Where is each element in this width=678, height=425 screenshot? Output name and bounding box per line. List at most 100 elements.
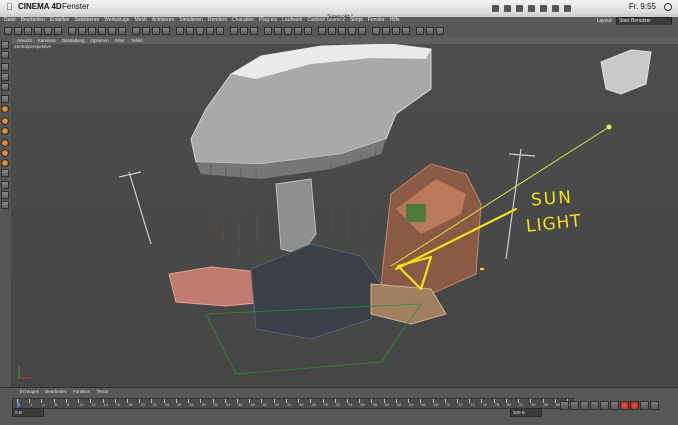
toolbar-button-8[interactable] xyxy=(78,27,86,35)
menu-item-animieren[interactable]: Animieren xyxy=(152,17,175,23)
toolbar-button-19[interactable] xyxy=(196,27,204,35)
material-menu-textur[interactable]: Textur xyxy=(96,389,108,394)
mode-button-14[interactable] xyxy=(1,181,9,189)
viewport-menu-darstellung[interactable]: Darstellung xyxy=(62,38,85,43)
prev-key-button[interactable] xyxy=(570,401,579,410)
menu-item-selektieren[interactable]: Selektieren xyxy=(74,17,99,23)
viewport-menu-kameras[interactable]: Kameras xyxy=(38,38,56,43)
toolbar-button-3[interactable] xyxy=(24,27,32,35)
toolbar-button-22[interactable] xyxy=(230,27,238,35)
mode-button-9[interactable] xyxy=(1,127,9,135)
viewport[interactable]: SUN LIGHT xyxy=(11,44,678,387)
mode-button-10[interactable] xyxy=(1,139,9,147)
bluetooth-icon[interactable] xyxy=(504,5,511,12)
toolbar-button-38[interactable] xyxy=(402,27,410,35)
menu-item-rendern[interactable]: Rendern xyxy=(208,17,227,23)
record-button[interactable] xyxy=(620,401,629,410)
mode-button-6[interactable] xyxy=(1,95,9,103)
material-menu-bearbeiten[interactable]: Bearbeiten xyxy=(45,389,67,394)
auto-key-button[interactable] xyxy=(630,401,639,410)
mode-button-13[interactable] xyxy=(1,169,9,177)
menu-item-bearbeiten[interactable]: Bearbeiten xyxy=(21,17,45,23)
toolbar-button-31[interactable] xyxy=(328,27,336,35)
toolbar-button-11[interactable] xyxy=(108,27,116,35)
settings-button[interactable] xyxy=(650,401,659,410)
toolbar-button-14[interactable] xyxy=(142,27,150,35)
light-source-point[interactable] xyxy=(606,124,612,130)
menubar-clock[interactable]: Fr. 9:55 xyxy=(629,0,656,14)
go-end-button[interactable] xyxy=(610,401,619,410)
viewport-menu-tafeln[interactable]: Tafeln xyxy=(131,38,143,43)
mode-button-3[interactable] xyxy=(1,63,9,71)
menu-item-datei[interactable]: Datei xyxy=(4,17,16,23)
menu-item-mesh[interactable]: Mesh xyxy=(135,17,147,23)
toolbar-button-37[interactable] xyxy=(392,27,400,35)
toolbar-button-41[interactable] xyxy=(436,27,444,35)
play-back-button[interactable] xyxy=(580,401,589,410)
mode-button-15[interactable] xyxy=(1,191,9,199)
next-key-button[interactable] xyxy=(600,401,609,410)
mode-button-11[interactable] xyxy=(1,149,9,157)
toolbar-button-29[interactable] xyxy=(304,27,312,35)
end-frame-field[interactable]: 100 B xyxy=(510,408,542,417)
toolbar-button-28[interactable] xyxy=(294,27,302,35)
toolbar-button-32[interactable] xyxy=(338,27,346,35)
toolbar-button-1[interactable] xyxy=(4,27,12,35)
toolbar-button-34[interactable] xyxy=(358,27,366,35)
menu-item-plug-ins[interactable]: Plug-ins xyxy=(259,17,277,23)
toolbar-button-4[interactable] xyxy=(34,27,42,35)
toolbar-button-17[interactable] xyxy=(176,27,184,35)
viewport-menu-filter[interactable]: Filter xyxy=(115,38,125,43)
toolbar-button-6[interactable] xyxy=(54,27,62,35)
mode-button-12[interactable] xyxy=(1,159,9,167)
mode-button-5[interactable] xyxy=(1,83,9,91)
material-menu-funktion[interactable]: Funktion xyxy=(73,389,90,394)
mode-button-4[interactable] xyxy=(1,73,9,81)
toolbar-button-13[interactable] xyxy=(132,27,140,35)
toolbar-button-30[interactable] xyxy=(318,27,326,35)
toolbar-button-12[interactable] xyxy=(118,27,126,35)
apple-menu-icon[interactable]:  xyxy=(6,0,13,14)
toolbar-button-26[interactable] xyxy=(274,27,282,35)
start-frame-field[interactable]: 0 B xyxy=(12,408,44,417)
menu-item-simulieren[interactable]: Simulieren xyxy=(179,17,203,23)
toolbar-button-10[interactable] xyxy=(98,27,106,35)
go-start-button[interactable] xyxy=(560,401,569,410)
toolbar-button-36[interactable] xyxy=(382,27,390,35)
play-button[interactable] xyxy=(590,401,599,410)
menu-item-charakter[interactable]: Charakter xyxy=(232,17,254,23)
app-menu[interactable]: CINEMA 4D xyxy=(18,0,62,14)
toolbar-button-18[interactable] xyxy=(186,27,194,35)
battery-icon[interactable] xyxy=(528,5,535,12)
volume-icon[interactable] xyxy=(516,5,523,12)
viewport-menu-ansicht[interactable]: Ansicht xyxy=(17,38,32,43)
toolbar-button-23[interactable] xyxy=(240,27,248,35)
menu-item-werkzeuge[interactable]: Werkzeuge xyxy=(104,17,129,23)
material-menu-erzeugen[interactable]: Erzeugen xyxy=(20,389,39,394)
toolbar-button-9[interactable] xyxy=(88,27,96,35)
toolbar-button-7[interactable] xyxy=(68,27,76,35)
timeline-ruler[interactable]: 0 2 4 6 8 10 12 14 16 18 20 22 24 26 28 30 32 34 36 38 40 42 4… xyxy=(12,398,574,409)
mode-button-7[interactable] xyxy=(1,105,9,113)
toolbar-button-40[interactable] xyxy=(426,27,434,35)
toolbar-button-35[interactable] xyxy=(372,27,380,35)
toolbar-button-5[interactable] xyxy=(44,27,52,35)
mode-button-16[interactable] xyxy=(1,201,9,209)
toolbar-button-27[interactable] xyxy=(284,27,292,35)
mode-button-2[interactable] xyxy=(1,51,9,59)
viewport-menu-optionen[interactable]: Optionen xyxy=(91,38,109,43)
wifi-icon[interactable] xyxy=(492,5,499,12)
spotlight-icon[interactable] xyxy=(664,3,672,11)
toolbar-button-25[interactable] xyxy=(264,27,272,35)
sync-icon[interactable] xyxy=(540,5,547,12)
toolbar-button-24[interactable] xyxy=(250,27,258,35)
toolbar-button-20[interactable] xyxy=(206,27,214,35)
toolbar-button-16[interactable] xyxy=(162,27,170,35)
window-menu[interactable]: Fenster xyxy=(62,0,89,14)
menu-item-hilfe[interactable]: Hilfe xyxy=(390,17,400,23)
toolbar-button-21[interactable] xyxy=(216,27,224,35)
time-machine-icon[interactable] xyxy=(564,5,571,12)
mode-button-1[interactable] xyxy=(1,41,9,49)
menu-item-erstellen[interactable]: Erstellen xyxy=(50,17,69,23)
flag-icon[interactable] xyxy=(552,5,559,12)
